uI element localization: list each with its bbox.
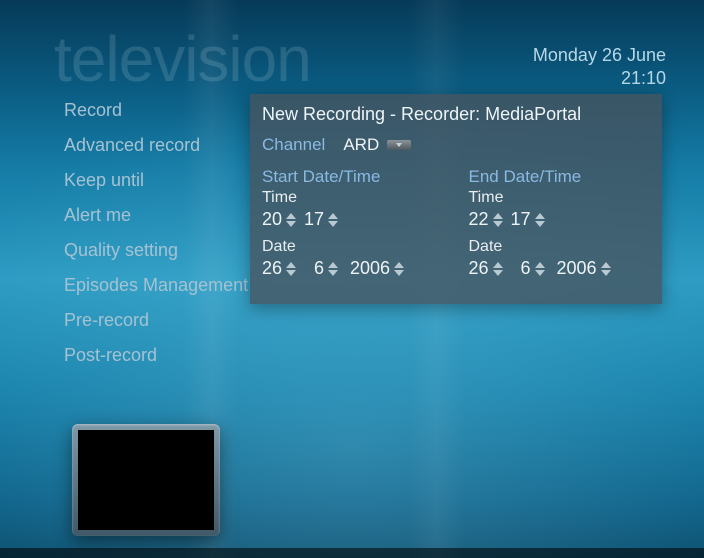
start-column: Start Date/Time Time 20 17 Date 26 — [262, 167, 444, 279]
end-heading: End Date/Time — [469, 167, 651, 187]
sidebar-item-pre-record[interactable]: Pre-record — [64, 310, 248, 331]
start-minute-value: 17 — [304, 209, 324, 230]
end-day-stepper[interactable]: 26 — [469, 258, 503, 279]
end-minute-value: 17 — [511, 209, 531, 230]
end-date-label: Date — [469, 238, 651, 256]
sidebar: Record Advanced record Keep until Alert … — [64, 100, 248, 366]
start-heading: Start Date/Time — [262, 167, 444, 187]
preview-video — [78, 430, 214, 530]
end-year-value: 2006 — [553, 258, 597, 279]
sidebar-item-keep-until[interactable]: Keep until — [64, 170, 248, 191]
panel-title: New Recording - Recorder: MediaPortal — [262, 104, 650, 125]
stepper-arrows-icon[interactable] — [286, 262, 296, 276]
sidebar-item-post-record[interactable]: Post-record — [64, 345, 248, 366]
start-month-value: 6 — [304, 258, 324, 279]
start-day-stepper[interactable]: 26 — [262, 258, 296, 279]
start-minute-stepper[interactable]: 17 — [304, 209, 338, 230]
channel-label: Channel — [262, 135, 325, 155]
end-column: End Date/Time Time 22 17 Date 26 — [469, 167, 651, 279]
end-month-value: 6 — [511, 258, 531, 279]
start-hour-value: 20 — [262, 209, 282, 230]
stepper-arrows-icon[interactable] — [328, 213, 338, 227]
start-day-value: 26 — [262, 258, 282, 279]
end-day-value: 26 — [469, 258, 489, 279]
sidebar-item-episodes-management[interactable]: Episodes Management — [64, 275, 248, 296]
title-watermark: television — [54, 22, 311, 96]
stepper-arrows-icon[interactable] — [535, 213, 545, 227]
clock-date: Monday 26 June — [533, 44, 666, 67]
sidebar-item-advanced-record[interactable]: Advanced record — [64, 135, 248, 156]
stepper-arrows-icon[interactable] — [394, 262, 404, 276]
stepper-arrows-icon[interactable] — [286, 213, 296, 227]
stepper-arrows-icon[interactable] — [328, 262, 338, 276]
channel-value: ARD — [343, 135, 379, 155]
start-year-value: 2006 — [346, 258, 390, 279]
stepper-arrows-icon[interactable] — [493, 213, 503, 227]
preview-thumbnail[interactable] — [72, 424, 220, 536]
new-recording-panel: New Recording - Recorder: MediaPortal Ch… — [250, 94, 662, 304]
end-time-label: Time — [469, 189, 651, 207]
channel-dropdown[interactable] — [387, 140, 411, 150]
sidebar-item-record[interactable]: Record — [64, 100, 248, 121]
clock: Monday 26 June 21:10 — [533, 44, 666, 91]
start-year-stepper[interactable]: 2006 — [346, 258, 404, 279]
end-minute-stepper[interactable]: 17 — [511, 209, 545, 230]
clock-time: 21:10 — [533, 67, 666, 90]
end-hour-value: 22 — [469, 209, 489, 230]
end-year-stepper[interactable]: 2006 — [553, 258, 611, 279]
stepper-arrows-icon[interactable] — [535, 262, 545, 276]
sidebar-item-quality-setting[interactable]: Quality setting — [64, 240, 248, 261]
start-date-label: Date — [262, 238, 444, 256]
end-hour-stepper[interactable]: 22 — [469, 209, 503, 230]
start-hour-stepper[interactable]: 20 — [262, 209, 296, 230]
stepper-arrows-icon[interactable] — [601, 262, 611, 276]
start-month-stepper[interactable]: 6 — [304, 258, 338, 279]
sidebar-item-alert-me[interactable]: Alert me — [64, 205, 248, 226]
end-month-stepper[interactable]: 6 — [511, 258, 545, 279]
start-time-label: Time — [262, 189, 444, 207]
stepper-arrows-icon[interactable] — [493, 262, 503, 276]
